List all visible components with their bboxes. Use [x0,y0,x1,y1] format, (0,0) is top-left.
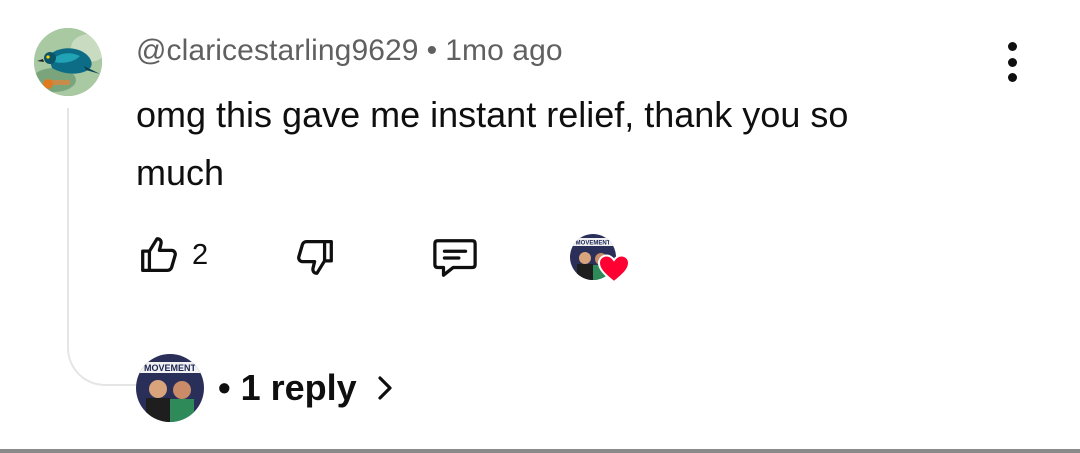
view-replies-button[interactable]: MOVEMENT • 1 reply [136,354,395,422]
reply-author-avatar: MOVEMENT [136,354,204,422]
thumbs-up-icon [141,237,177,272]
heart-icon [598,254,630,284]
reply-button[interactable] [430,234,480,280]
channel-logo-text: MOVEMENT [144,363,197,373]
comment-text: omg this gave me instant relief, thank y… [136,94,849,193]
creator-heart-badge: MOVEMENT [570,234,634,284]
bottom-divider [0,449,1080,453]
like-count: 2 [192,238,209,271]
comment-timestamp: 1mo ago [445,34,563,67]
replies-label-group: • 1 reply [218,367,357,409]
channel-logo-icon: MOVEMENT [136,354,204,422]
more-options-button[interactable] [994,38,1030,86]
replies-separator: • [218,367,231,408]
comment-icon [433,239,477,277]
comment-thread: @claricestarling9629 • 1mo ago omg this ga… [0,0,1080,453]
channel-logo-text: MOVEMENT [576,241,611,247]
thumbs-down-icon [297,240,333,275]
thread-connector-line [67,108,137,386]
comment-meta: @claricestarling9629 • 1mo ago [136,34,563,68]
more-vertical-icon-dot [1007,42,1017,51]
more-vertical-icon-dot [1007,73,1017,82]
dislike-button[interactable] [292,234,338,280]
author-handle[interactable]: @claricestarling9629 [136,34,419,67]
replies-count-label: 1 reply [240,367,357,408]
author-avatar[interactable] [34,28,102,96]
chevron-right-icon [378,376,392,400]
like-button[interactable]: 2 [136,232,208,278]
more-vertical-icon-dot [1007,57,1017,67]
meta-separator: • [426,34,438,67]
bird-avatar-icon [34,28,102,96]
